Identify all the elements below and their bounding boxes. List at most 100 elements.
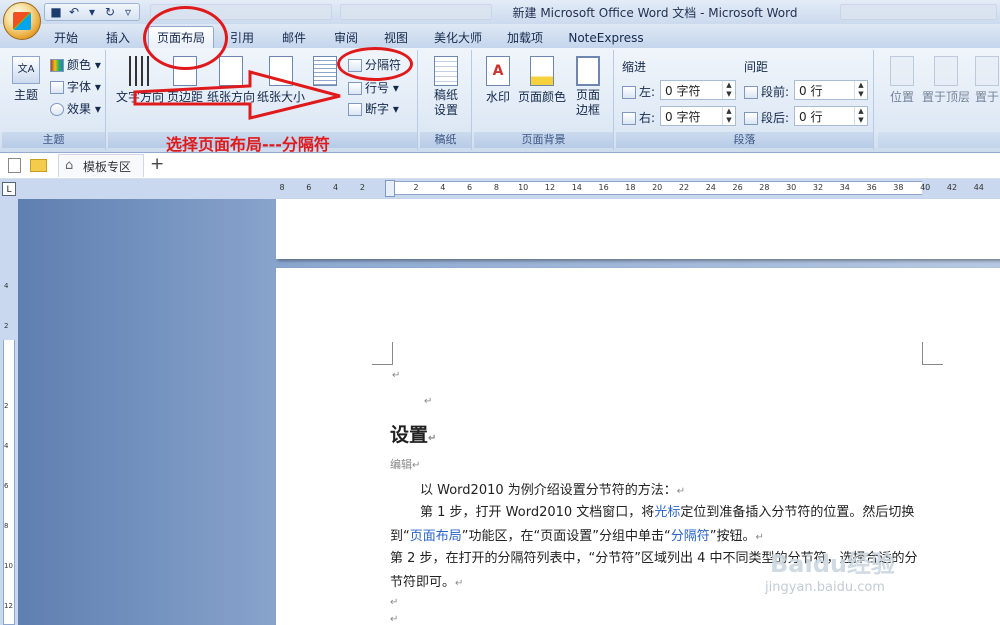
ruler-tick-label: 20 xyxy=(652,183,663,192)
tab-noteexpress[interactable]: NoteExpress xyxy=(562,28,650,48)
fonts-icon xyxy=(50,81,64,94)
line-numbers-button[interactable]: 行号 ▾ xyxy=(348,79,399,96)
tab-insert[interactable]: 插入 xyxy=(96,28,140,48)
spinner-arrows-icon[interactable]: ▲ ▼ xyxy=(854,107,867,125)
watermark-button[interactable]: A 水印 xyxy=(480,56,516,105)
tab-home[interactable]: 开始 xyxy=(44,28,88,48)
spacing-before-label: 段前: xyxy=(744,83,789,100)
ruler-tick-label: 2 xyxy=(4,402,9,410)
draft-paper-icon xyxy=(434,56,458,86)
template-tab[interactable]: ⌂ 模板专区 xyxy=(58,154,144,177)
add-tab-button[interactable]: + xyxy=(150,154,164,174)
ruler-tick-label: 18 xyxy=(625,183,636,192)
tab-mailings[interactable]: 邮件 xyxy=(272,28,316,48)
ruler-tick-label: 6 xyxy=(306,183,312,192)
home-icon: ⌂ xyxy=(65,158,74,173)
doc-paragraph-2[interactable]: 第 1 步，打开 Word2010 文档窗口，将光标定位到准备插入分节符的位置。… xyxy=(420,501,914,520)
theme-label: 主题 xyxy=(13,88,38,102)
spinner-arrows-icon[interactable]: ▲ ▼ xyxy=(722,107,735,125)
ruler-tick-label: 34 xyxy=(839,183,850,192)
group-arrange: 位置 置于顶层 置于 xyxy=(878,50,1000,150)
ruler-tick-label: 28 xyxy=(759,183,770,192)
annotation-text: 选择页面布局---分隔符 xyxy=(166,135,330,154)
ruler-tick-label: 10 xyxy=(4,562,13,570)
send-back-button[interactable]: 置于 xyxy=(974,56,1000,105)
hyphenation-icon xyxy=(348,103,362,116)
tab-review[interactable]: 审阅 xyxy=(324,28,368,48)
spacing-before-input[interactable]: 0 行 ▲ ▼ xyxy=(794,80,868,100)
indent-right-label: 右: xyxy=(622,109,655,126)
indent-heading: 缩进 xyxy=(622,60,647,74)
paint-bucket-icon xyxy=(530,56,554,86)
indent-marker-icon[interactable] xyxy=(385,180,395,197)
bring-front-icon xyxy=(934,56,958,86)
doc-paragraph-3[interactable]: 到“页面布局”功能区，在“页面设置”分组中单击“分隔符”按钮。↵ xyxy=(390,525,764,544)
ruler-tick-label: 8 xyxy=(4,522,9,530)
theme-icon: 文A xyxy=(12,56,40,84)
ruler-tick-label: 30 xyxy=(786,183,797,192)
paragraph-mark: ↵ xyxy=(392,370,401,381)
spacing-after-input[interactable]: 0 行 ▲ ▼ xyxy=(794,106,868,126)
group-arrange-label xyxy=(878,132,1000,148)
ruler-tick-label: 6 xyxy=(467,183,473,192)
doc-paragraph-5[interactable]: 节符即可。↵ xyxy=(390,571,463,590)
spinner-arrows-icon[interactable]: ▲ ▼ xyxy=(854,81,867,99)
colors-button[interactable]: 颜色 ▾ xyxy=(50,56,101,73)
folder-icon[interactable] xyxy=(30,159,47,172)
fonts-button[interactable]: 字体 ▾ xyxy=(50,78,101,95)
hyphenation-button[interactable]: 断字 ▾ xyxy=(348,100,399,117)
tab-view[interactable]: 视图 xyxy=(374,28,418,48)
ruler-tick-label: 42 xyxy=(946,183,958,192)
doc-heading[interactable]: 设置↵ xyxy=(390,420,436,447)
spacing-after-icon xyxy=(744,112,758,125)
doc-paragraph-1[interactable]: 以 Word2010 为例介绍设置分节符的方法：↵ xyxy=(420,479,685,498)
ruler-tick-label: 4 xyxy=(4,442,9,450)
effects-button[interactable]: 效果 ▾ xyxy=(50,100,101,117)
page-previous xyxy=(276,199,1000,259)
ruler-tick-label: 14 xyxy=(571,183,582,192)
position-label: 位置 xyxy=(889,90,914,104)
indent-left-icon xyxy=(622,86,636,99)
document-tab-bar: ⌂ 模板专区 + xyxy=(0,153,1000,179)
ruler-tick-label: 36 xyxy=(866,183,877,192)
ruler-tick-label: 40 xyxy=(920,183,931,192)
position-icon xyxy=(890,56,914,86)
group-background-label: 页面背景 xyxy=(474,132,613,148)
baidu-watermark-url: jingyan.baidu.com xyxy=(765,580,885,595)
spacing-heading: 间距 xyxy=(744,60,769,74)
page-color-button[interactable]: 页面颜色 xyxy=(516,56,568,105)
group-paragraph-label: 段落 xyxy=(616,132,873,148)
theme-button[interactable]: 文A 主题 xyxy=(6,56,46,103)
tab-addins[interactable]: 加载项 xyxy=(498,28,552,48)
paragraph-mark: ↵ xyxy=(390,614,399,625)
annotation-arrow-icon xyxy=(133,70,341,120)
ruler-tick-label: 4 xyxy=(4,282,9,290)
ruler-tick-label: 2 xyxy=(413,183,419,192)
indent-right-input[interactable]: 0 字符 ▲ ▼ xyxy=(660,106,736,126)
new-document-icon[interactable] xyxy=(8,158,21,173)
tab-selector-button[interactable]: L xyxy=(2,182,16,196)
ruler-tick-label: 6 xyxy=(4,482,9,490)
group-draft-paper: 稿纸 设置 稿纸 xyxy=(420,50,472,150)
draft-settings-button[interactable]: 稿纸 设置 xyxy=(426,56,466,118)
ruler-tick-label: 26 xyxy=(732,183,743,192)
paragraph-mark: ↵ xyxy=(390,597,399,608)
ruler-tick-label: 4 xyxy=(440,183,446,192)
bring-front-button[interactable]: 置于顶层 xyxy=(920,56,972,105)
ruler-tick-label: 8 xyxy=(279,183,285,192)
group-paragraph: 缩进 间距 左: 0 字符 ▲ ▼ 右: 0 字符 ▲ ▼ 段前: 0 行 ▲ ▼ 段后: … xyxy=(616,50,874,150)
group-draft-label: 稿纸 xyxy=(420,132,471,148)
bring-front-label: 置于顶层 xyxy=(921,90,970,104)
colors-label: 颜色 xyxy=(67,58,92,72)
page-border-button[interactable]: 页面 边框 xyxy=(570,56,606,118)
tab-beautify[interactable]: 美化大师 xyxy=(426,28,490,48)
page-color-label: 页面颜色 xyxy=(517,90,566,104)
page-border-label: 页面 边框 xyxy=(575,88,600,117)
indent-left-input[interactable]: 0 字符 ▲ ▼ xyxy=(660,80,736,100)
tab-references[interactable]: 引用 xyxy=(222,28,262,48)
office-button[interactable] xyxy=(3,2,41,40)
doc-edit-link[interactable]: 编辑↵ xyxy=(390,456,420,472)
position-button[interactable]: 位置 xyxy=(884,56,920,105)
spinner-arrows-icon[interactable]: ▲ ▼ xyxy=(722,81,735,99)
ruler-tick-label: 10 xyxy=(518,183,529,192)
